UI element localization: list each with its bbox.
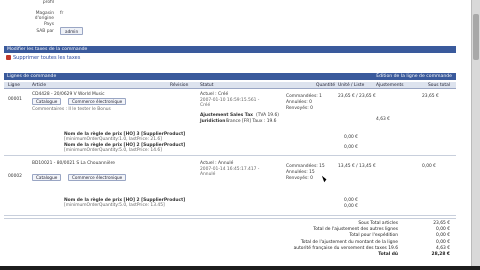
qty-ordered: Commandées: 1: [286, 94, 322, 99]
total-label: Total pour l'expédition: [349, 233, 398, 239]
col-article: Article: [32, 83, 47, 88]
delete-icon: [6, 55, 11, 60]
order-view-page: profil Magasin d'origine fr Pays SAB par…: [0, 0, 480, 270]
qty-ordered: Commandées: 15: [286, 164, 325, 169]
total-row: Total dû 28,28 €: [260, 252, 456, 258]
article-link[interactable]: CD4428 - 20/0629 V World Music: [32, 92, 105, 97]
edit-taxes-title: Modifier les taxes de la commande: [7, 47, 88, 52]
total-label: Total de l'ajustement du montant de la l…: [300, 239, 398, 245]
price-rule-1-detail: [minimumOrderQuantity:5.0, lastPrice: 13…: [64, 203, 165, 208]
col-adjustments: Ajustements: [376, 83, 404, 88]
total-value: 0,00 €: [436, 227, 450, 233]
adjustment-detail: (TVA 19.6): [256, 113, 280, 118]
total-label: autorité française du versement des taxe…: [293, 245, 398, 251]
qty-cancelled: Annulées: 0: [286, 100, 312, 105]
adjustment-amount: 4,63 €: [376, 117, 390, 122]
price-rule-2-detail: [minimumOrderQuantity:5.0, lastPrice: 14…: [64, 148, 162, 153]
status-history: 2007-01-10 16:59:15.561 - Créé: [200, 98, 260, 108]
lines-table-header: Ligne Article Révision Statut Quantité U…: [4, 82, 456, 89]
total-label: Total dû: [378, 251, 398, 257]
article-link[interactable]: BD10021 - 80/0021 S La Chouannière: [32, 161, 115, 166]
delete-taxes-link[interactable]: Supprimer toutes les taxes: [6, 55, 80, 61]
total-value: 0,00 €: [436, 239, 450, 245]
order-lines-header: Lignes de commande Édition de la ligne d…: [4, 73, 456, 80]
total-value: 28,28 €: [431, 251, 450, 257]
status-history: 2007-01-14 16:45:17.417 - Annulé: [200, 167, 260, 177]
window-bottom-edge: [0, 266, 480, 270]
line-number: 00002: [8, 174, 22, 179]
totals-separator: [4, 218, 456, 219]
scrollbar-thumb[interactable]: [473, 14, 479, 60]
col-status: Statut: [200, 83, 214, 88]
qty-cancelled: Annulées: 15: [286, 170, 315, 175]
price-rule-1-detail: [minimumOrderQuantity:1.0, lastPrice: 21…: [64, 137, 162, 142]
total-value: 0,00 €: [436, 233, 450, 239]
vertical-scrollbar[interactable]: [471, 0, 480, 270]
unit-price: 13,45 € / 13,45 €: [338, 164, 376, 169]
line-subtotal: 0,00 €: [422, 164, 436, 169]
rule-value: 0,00 €: [344, 198, 358, 203]
order-lines-title: Lignes de commande: [7, 74, 57, 79]
info-label: SAB par: [36, 29, 54, 34]
qty-returned: Renvoyés: 0: [286, 176, 313, 181]
delete-taxes-label: Supprimer toutes les taxes: [13, 55, 81, 61]
info-value: fr: [60, 11, 64, 16]
ecommerce-button[interactable]: Commerce électronique: [68, 98, 127, 105]
col-revision: Révision: [170, 83, 189, 88]
total-value: 4,63 €: [436, 245, 450, 251]
table-row: 00002 BD10021 - 80/0021 S La Chouannière…: [4, 158, 456, 216]
status-current: Actuel : Annulé: [200, 161, 234, 166]
line-comment: Commentaires : Il le tester le Bonus: [32, 107, 111, 112]
rule-value: 0,00 €: [344, 135, 358, 140]
table-row: 00001 CD4428 - 20/0629 V World Music Cat…: [4, 90, 456, 156]
col-quantity: Quantité: [316, 83, 336, 88]
total-label: Total de l'ajustement des autres lignes: [313, 227, 398, 233]
rule-value: 0,00 €: [344, 204, 358, 209]
line-number: 00001: [8, 97, 22, 102]
jurisdiction-label: Juridiction :: [200, 119, 229, 124]
info-label: profil: [42, 0, 54, 5]
order-info-block: profil Magasin d'origine fr Pays SAB par…: [4, 0, 454, 44]
col-subtotal: Sous total: [428, 83, 450, 88]
unit-price: 23,65 € / 23,65 €: [338, 94, 376, 99]
line-subtotal: 23,65 €: [422, 94, 439, 99]
catalog-button[interactable]: Catalogue: [32, 98, 62, 105]
catalog-button[interactable]: Catalogue: [32, 174, 62, 181]
info-label: Pays: [43, 22, 54, 27]
col-unit-list: Unité / Liste: [338, 83, 365, 88]
edit-taxes-header: Modifier les taxes de la commande: [4, 46, 456, 53]
total-label: Sous Total articles: [358, 221, 398, 226]
order-totals: Sous Total articles 23,65 € Total de l'a…: [260, 221, 456, 258]
info-label: Magasin d'origine: [34, 11, 54, 21]
ecommerce-button[interactable]: Commerce électronique: [68, 174, 127, 181]
admin-user-link[interactable]: admin: [60, 27, 84, 35]
rule-value: 0,00 €: [344, 145, 358, 150]
total-value: 23,65 €: [433, 221, 450, 226]
adjustment-label: Ajustement Sales Tax: [200, 113, 253, 118]
col-line: Ligne: [8, 83, 20, 88]
edit-line-link[interactable]: Édition de la ligne de commande: [376, 74, 452, 79]
jurisdiction-detail: France [FR] Taux : 19.6: [226, 119, 277, 124]
status-current: Actuel : Créé: [200, 92, 229, 97]
qty-returned: Renvoyés: 0: [286, 106, 313, 111]
